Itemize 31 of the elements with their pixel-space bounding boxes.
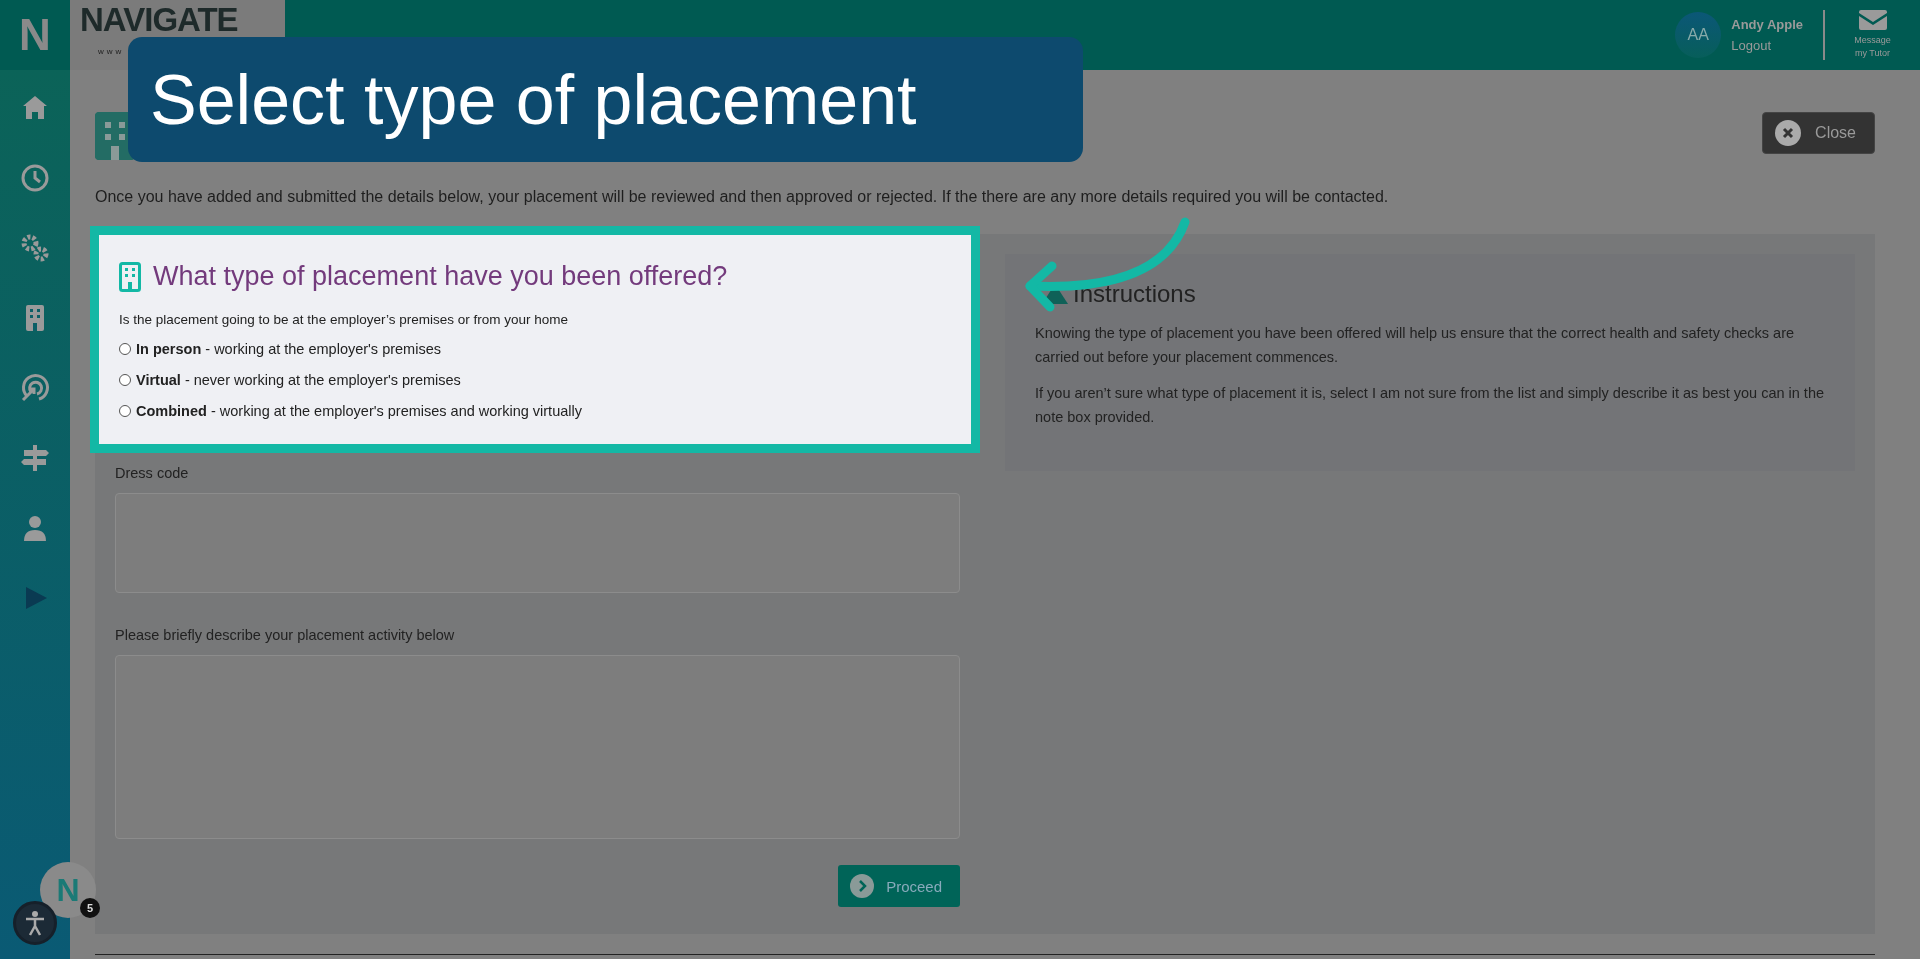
option-label[interactable]: Combined - working at the employer's premises and working virtually [136, 403, 582, 419]
user-avatar: AA [1675, 12, 1722, 58]
user-name: Andy Apple [1731, 17, 1803, 32]
question-title: What type of placement have you been offered? [153, 261, 728, 292]
tour-tooltip: Select type of placement [128, 37, 1083, 162]
gears-icon[interactable] [19, 232, 51, 264]
radio-button[interactable] [119, 343, 131, 355]
message-tutor-link[interactable]: Message my Tutor [1850, 33, 1895, 61]
radio-button[interactable] [119, 405, 131, 417]
target-arrow-icon[interactable] [19, 372, 51, 404]
close-button[interactable]: Close [1762, 112, 1875, 154]
building-icon [119, 261, 141, 292]
close-icon [1775, 120, 1802, 146]
question-prompt: Is the placement going to be at the employer’s premises or from your home [119, 312, 569, 327]
logout-link[interactable]: Logout [1731, 38, 1803, 53]
instructions-text: Knowing the type of placement you have been offered will help us ensure that the correct health and safety checks are carried out before your placement commences. [1035, 324, 1796, 367]
field-label: Please briefly describe your placement activity below [115, 627, 456, 643]
chevron-icon [850, 874, 875, 898]
instructions-title: Instructions [1073, 280, 1196, 308]
option-label[interactable]: In person - working at the employer's premises [136, 341, 441, 357]
field-label: Dress code [115, 465, 190, 481]
envelope-icon[interactable] [1858, 9, 1887, 30]
intro-text: Once you have added and submitted the details below, your placement will be reviewed and then approved or rejected. If the there are any more details required you will be contacted. [95, 188, 1390, 206]
logo-letter: N [18, 9, 52, 61]
accessibility-icon [23, 910, 47, 936]
proceed-button[interactable]: Proceed [838, 865, 960, 907]
signpost-icon[interactable] [19, 442, 51, 474]
instructions-text: If you aren’t sure what type of placement it is, select I am not sure from the list and simply describe it as best you can in the note box provided. [1035, 383, 1825, 427]
radio-button[interactable] [119, 374, 131, 386]
option-label[interactable]: Virtual - never working at the employer's premises [136, 372, 461, 388]
clock-icon[interactable] [19, 162, 51, 194]
